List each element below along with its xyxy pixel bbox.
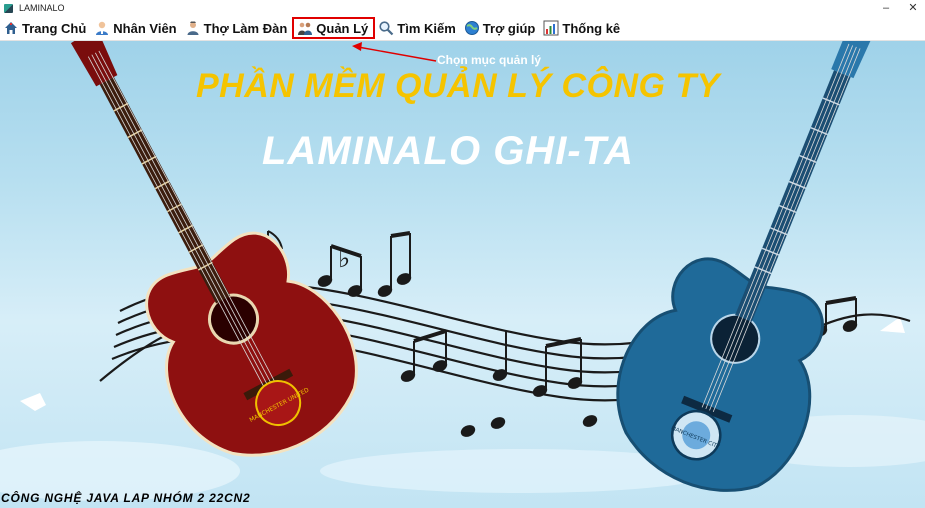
menu-nhan-vien[interactable]: Nhân Viên [91,17,181,39]
menu-bar: Trang Chủ Nhân Viên Thợ Làm Đàn Quản Lý … [0,16,925,41]
menu-tro-giup[interactable]: Trợ giúp [461,17,541,39]
menu-label: Thống kê [562,20,621,36]
employee-icon [94,20,110,36]
menu-trang-chu[interactable]: Trang Chủ [0,17,91,39]
home-banner: ♯ ♭ MAN [0,41,925,508]
menu-label: Quản Lý [316,20,369,36]
banner-title: PHẦN MỀM QUẢN LÝ CÔNG TY [196,67,720,105]
menu-tim-kiem[interactable]: Tìm Kiếm [375,17,461,39]
annotation-arrow [352,42,437,62]
close-button[interactable]: ✕ [901,0,925,16]
banner-artwork: ♯ ♭ MAN [0,41,925,501]
menu-label: Tìm Kiếm [397,20,456,36]
help-globe-icon [464,20,480,36]
menu-quan-ly[interactable]: Quản Lý [292,17,376,39]
menu-label: Trang Chủ [22,20,87,36]
menu-tho-lam-dan[interactable]: Thợ Làm Đàn [182,17,293,39]
minimize-button[interactable]: – [874,0,898,16]
app-icon [4,3,13,13]
banner-footer: CÔNG NGHỆ JAVA LAP NHÓM 2 22CN2 [1,491,251,505]
banner-subtitle: LAMINALO GHI-TA [262,129,634,173]
svg-text:♭: ♭ [338,244,350,274]
search-icon [378,20,394,36]
red-guitar: MANCHESTER UNITED [70,41,358,457]
window-title: LAMINALO [19,3,65,13]
window-titlebar: LAMINALO – ✕ [0,0,925,16]
home-icon [3,20,19,36]
menu-thong-ke[interactable]: Thống kê [540,17,625,39]
annotation-label: Chọn mục quản lý [437,53,542,67]
statistics-icon [543,20,559,36]
management-icon [297,20,313,36]
menu-label: Trợ giúp [482,20,536,36]
craftsman-icon [185,20,201,36]
menu-label: Nhân Viên [113,20,177,36]
menu-label: Thợ Làm Đàn [203,20,288,36]
